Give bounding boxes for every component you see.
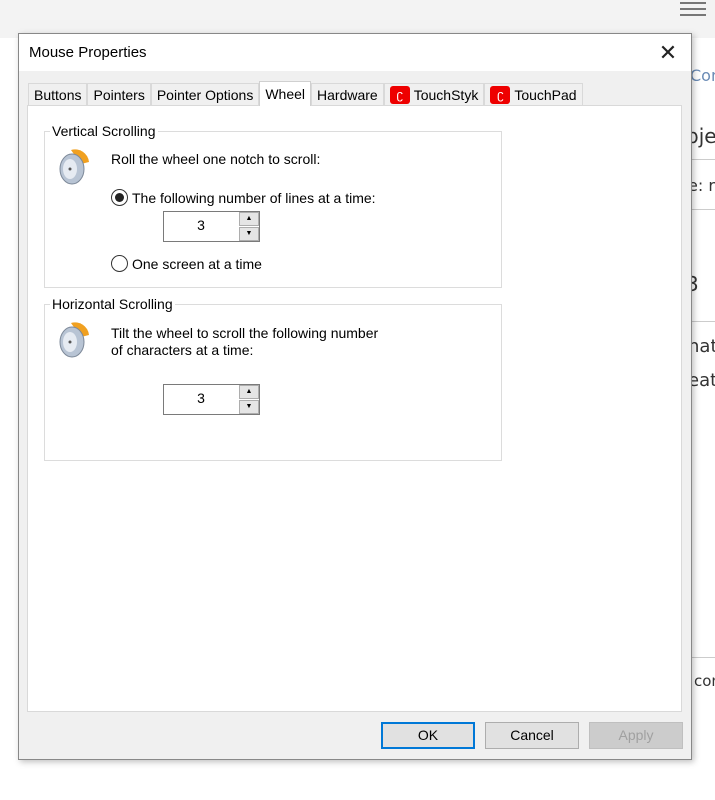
mouse-tilt-wheel-icon — [59, 322, 89, 358]
horizontal-scrolling-group: Horizontal Scrolling Tilt the wheel to s… — [44, 296, 502, 461]
dialog-title: Mouse Properties — [29, 44, 147, 61]
group-label: Horizontal Scrolling — [50, 296, 175, 312]
one-screen-radio[interactable] — [111, 255, 128, 272]
lines-option-label[interactable]: The following number of lines at a time: — [132, 190, 376, 206]
tab-pointer-options[interactable]: Pointer Options — [150, 83, 260, 106]
lines-input[interactable]: 3 — [164, 212, 238, 241]
tab-buttons[interactable]: Buttons — [28, 83, 88, 106]
synaptics-icon: ʗ — [389, 86, 410, 104]
horizontal-prompt-line1: Tilt the wheel to scroll the following n… — [111, 325, 379, 341]
hamburger-menu-icon[interactable] — [680, 2, 706, 16]
lines-spinner[interactable]: 3 ▲ ▼ — [163, 211, 260, 242]
cancel-button[interactable]: Cancel — [485, 722, 579, 749]
mouse-wheel-icon — [59, 149, 89, 185]
title-bar: Mouse Properties ✕ — [19, 34, 691, 71]
tab-touchpad[interactable]: ʗ TouchPad — [484, 83, 583, 106]
tab-pointers[interactable]: Pointers — [87, 83, 151, 106]
tab-label: Pointers — [93, 86, 145, 103]
tab-label: Hardware — [317, 86, 378, 103]
tab-label: TouchStyk — [413, 86, 479, 103]
vertical-prompt: Roll the wheel one notch to scroll: — [111, 151, 321, 167]
apply-button[interactable]: Apply — [589, 722, 683, 749]
tab-hardware[interactable]: Hardware — [311, 83, 384, 106]
group-label: Vertical Scrolling — [50, 123, 158, 139]
synaptics-icon: ʗ — [490, 86, 511, 104]
one-screen-label[interactable]: One screen at a time — [132, 256, 262, 272]
close-icon[interactable]: ✕ — [653, 40, 683, 66]
spin-down-icon[interactable]: ▼ — [239, 227, 259, 241]
tab-label: Buttons — [34, 86, 82, 103]
background-text: e: r — [688, 176, 715, 195]
tab-wheel[interactable]: Wheel — [259, 81, 312, 106]
tab-strip: Buttons Pointers Pointer Options Wheel H… — [28, 81, 583, 106]
characters-input[interactable]: 3 — [164, 385, 238, 414]
spin-up-icon[interactable]: ▲ — [239, 385, 259, 399]
mouse-properties-dialog: Mouse Properties ✕ Buttons Pointers Poin… — [18, 33, 692, 760]
tab-touchstyk[interactable]: ʗ TouchStyk — [383, 83, 485, 106]
tab-label: Wheel — [265, 85, 306, 102]
vertical-scrolling-group: Vertical Scrolling Roll the wheel one no… — [44, 123, 502, 288]
background-text: hat — [688, 336, 715, 357]
background-text: eatu — [688, 370, 715, 391]
background-link[interactable]: Con — [690, 66, 715, 85]
tab-label: Pointer Options — [156, 86, 254, 103]
tab-label: TouchPad — [514, 86, 577, 103]
horizontal-prompt-line2: of characters at a time: — [111, 342, 254, 358]
background-text: con — [694, 672, 715, 690]
lines-at-a-time-radio[interactable] — [111, 189, 128, 206]
characters-spinner[interactable]: 3 ▲ ▼ — [163, 384, 260, 415]
wheel-tab-panel: Vertical Scrolling Roll the wheel one no… — [27, 105, 682, 712]
spin-up-icon[interactable]: ▲ — [239, 212, 259, 226]
spin-down-icon[interactable]: ▼ — [239, 400, 259, 414]
ok-button[interactable]: OK — [381, 722, 475, 749]
